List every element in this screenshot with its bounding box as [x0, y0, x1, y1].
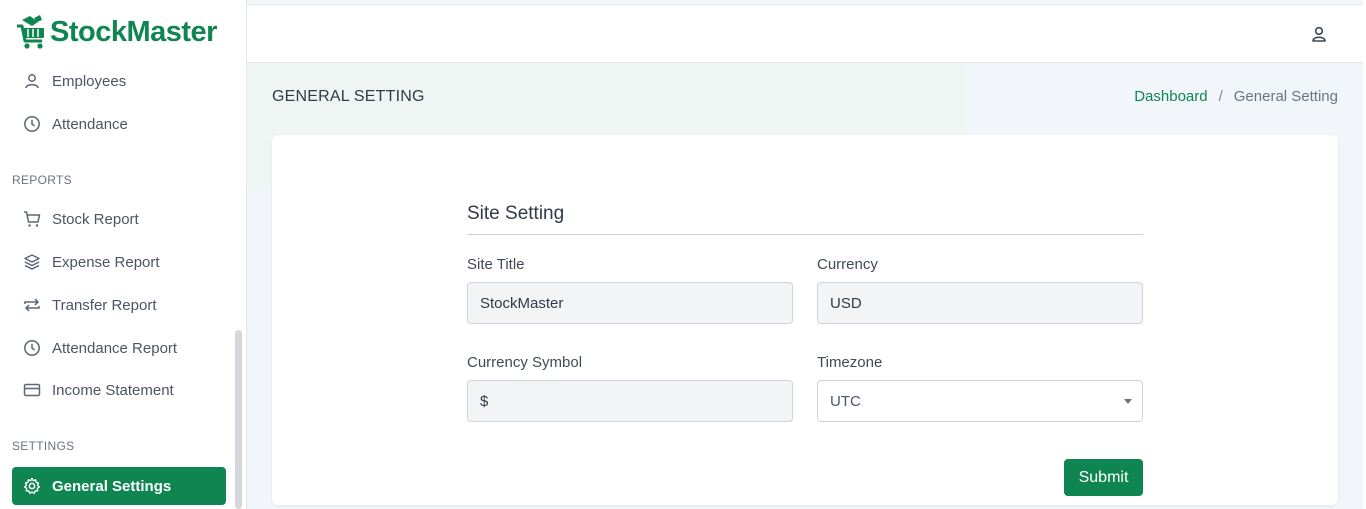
sidebar-item-attendance[interactable]: Attendance: [12, 105, 226, 143]
sidebar-item-label: Attendance: [52, 115, 128, 133]
sidebar-item-label: Stock Report: [52, 210, 139, 228]
sidebar-scrollbar[interactable]: [235, 330, 242, 509]
section-title-reports: REPORTS: [12, 173, 72, 187]
sidebar-item-label: Income Statement: [52, 381, 174, 399]
user-menu-icon[interactable]: [1309, 24, 1329, 44]
submit-button[interactable]: Submit: [1064, 459, 1143, 496]
currency-symbol-input[interactable]: $: [467, 380, 793, 422]
sidebar-item-label: General Settings: [52, 477, 172, 495]
currency-label: Currency: [817, 256, 878, 273]
sidebar-item-income-statement[interactable]: Income Statement: [12, 371, 226, 409]
timezone-field: Timezone UTC: [817, 354, 1143, 422]
site-title-label: Site Title: [467, 256, 525, 273]
layers-icon: [22, 252, 42, 272]
breadcrumb: Dashboard / General Setting: [1134, 88, 1338, 105]
brand-name: StockMaster: [50, 15, 217, 48]
breadcrumb-separator: /: [1218, 88, 1223, 105]
settings-card: Site Setting Site Title StockMaster Curr…: [272, 135, 1338, 505]
brand-logo[interactable]: StockMaster: [16, 12, 217, 52]
site-title-field: Site Title StockMaster: [467, 256, 793, 324]
sidebar-item-label: Expense Report: [52, 253, 160, 271]
sidebar-item-stock-report[interactable]: Stock Report: [12, 200, 226, 238]
clock-icon: [22, 338, 42, 358]
user-icon: [22, 71, 42, 91]
cart-icon: [22, 209, 42, 229]
section-title-settings: SETTINGS: [12, 439, 75, 453]
card-icon: [22, 380, 42, 400]
sidebar-item-label: Transfer Report: [52, 296, 157, 314]
currency-symbol-label: Currency Symbol: [467, 354, 583, 371]
currency-input[interactable]: USD: [817, 282, 1143, 324]
sidebar-item-label: Attendance Report: [52, 339, 178, 357]
form-heading: Site Setting: [467, 203, 1143, 235]
site-setting-form: Site Setting Site Title StockMaster Curr…: [467, 203, 1143, 496]
top-header: [247, 4, 1363, 63]
chevron-down-icon: [1124, 398, 1132, 404]
sidebar-item-general-settings[interactable]: General Settings: [12, 467, 226, 505]
site-title-input[interactable]: StockMaster: [467, 282, 793, 324]
cart-logo-icon: [17, 15, 44, 49]
currency-field: Currency USD: [817, 256, 1143, 324]
sidebar-item-expense-report[interactable]: Expense Report: [12, 243, 226, 281]
clock-icon: [22, 114, 42, 134]
gear-icon: [22, 476, 42, 496]
timezone-label: Timezone: [817, 354, 883, 371]
timezone-select[interactable]: UTC: [817, 380, 1143, 422]
page-title: GENERAL SETTING: [272, 88, 425, 105]
sidebar-item-transfer-report[interactable]: Transfer Report: [12, 286, 226, 324]
breadcrumb-dashboard-link[interactable]: Dashboard: [1134, 88, 1207, 105]
sidebar-item-label: Employees: [52, 72, 127, 90]
breadcrumb-current: General Setting: [1233, 88, 1338, 105]
transfer-icon: [22, 295, 42, 315]
sidebar: StockMaster Employees Attendance REPORTS…: [0, 0, 247, 509]
sidebar-item-employees[interactable]: Employees: [12, 62, 226, 100]
currency-symbol-field: Currency Symbol $: [467, 354, 793, 422]
sidebar-item-attendance-report[interactable]: Attendance Report: [12, 329, 226, 367]
timezone-selected-value: UTC: [830, 392, 861, 410]
main-content: GENERAL SETTING Dashboard / General Sett…: [247, 63, 1363, 509]
